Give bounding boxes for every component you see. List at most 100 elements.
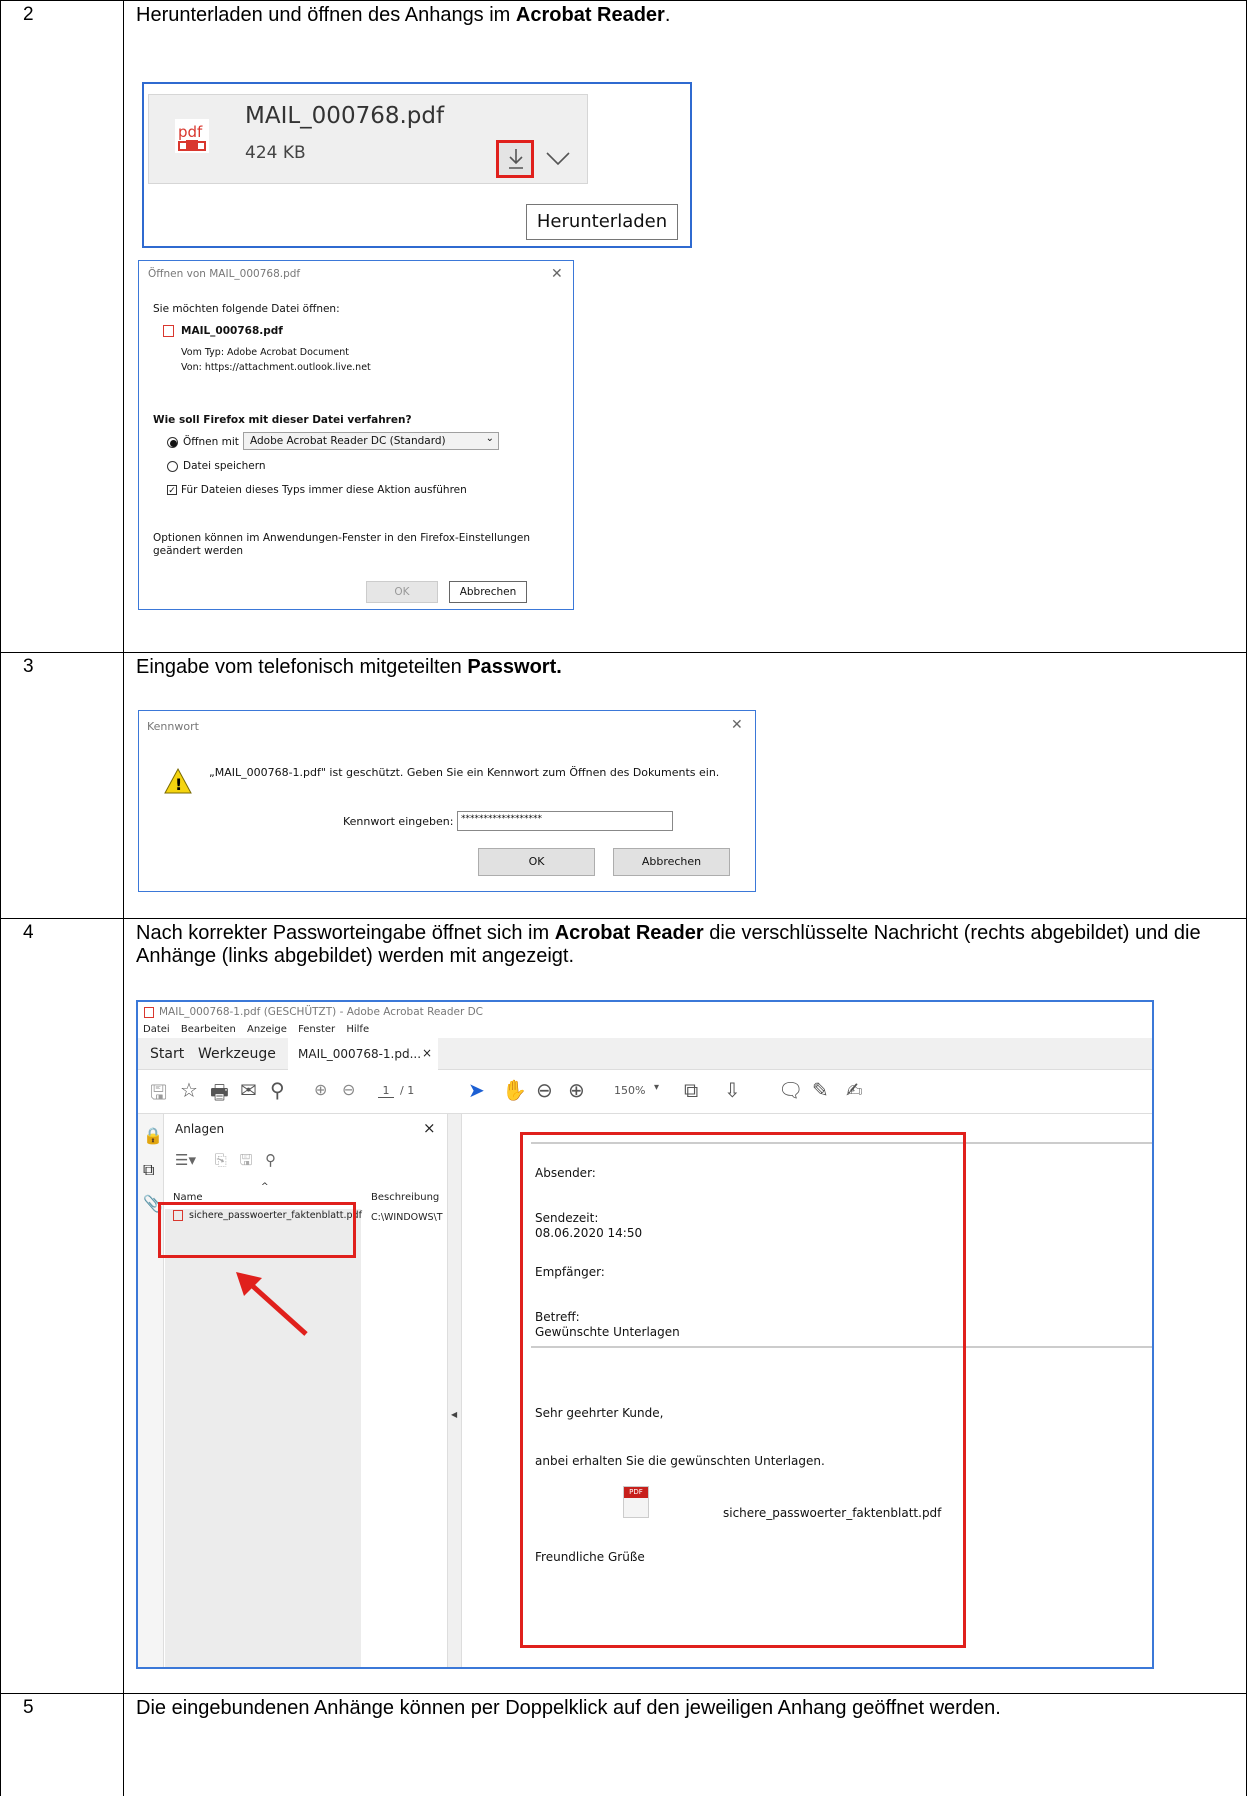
panel-toolbar: ☰▾ ⎘ 🖫 ⚲ [175,1150,276,1175]
menu-anzeige[interactable]: Anzeige [247,1024,287,1035]
download-tooltip: Herunterladen [526,204,678,240]
step-text-part: . [664,4,671,26]
save-icon[interactable]: 🖫 [150,1078,167,1112]
attachment-description: C:\WINDOWS\T [371,1212,443,1223]
dialog-question: Wie soll Firefox mit dieser Datei verfah… [153,414,412,426]
open-with-label: Öffnen mit [183,436,239,448]
close-icon[interactable]: × [422,1046,432,1060]
star-icon[interactable]: ☆ [180,1078,198,1102]
panel-splitter[interactable]: ◀ [447,1114,462,1667]
options-note: Optionen können im Anwendungen-Fenster i… [153,532,530,557]
hand-icon[interactable]: ✋ [502,1078,527,1102]
collapse-arrow-icon[interactable]: ◀ [451,1410,457,1419]
open-with-select[interactable]: Adobe Acrobat Reader DC (Standard) ⌄ [243,432,499,450]
attachment-card[interactable]: pdf MAIL_000768.pdf 424 KB [148,94,588,184]
page-down-icon[interactable]: ⊖ [342,1080,355,1099]
chevron-down-icon[interactable]: ▾ [654,1082,659,1093]
step-text-part: Herunterladen und öffnen des Anhangs im [136,4,516,26]
warning-icon: ! [163,767,193,798]
password-dialog: Kennwort ✕ ! „MAIL_000768-1.pdf" ist ges… [138,710,756,892]
tab-document[interactable]: MAIL_000768-1.pd... × [288,1038,438,1070]
zoom-out-icon[interactable]: ⊖ [536,1078,553,1102]
left-rail: 🔒 ⧉ 📎 [138,1114,164,1667]
row-divider-5 [0,1693,1247,1694]
open-attachment-icon[interactable]: ⎘ [215,1151,227,1169]
table-border-left [0,0,1,1796]
step-text-part: Eingabe vom telefonisch mitgeteilten [136,656,468,678]
attachments-panel: Anlagen × ☰▾ ⎘ 🖫 ⚲ Name ^ Beschreibung s… [165,1114,447,1667]
menu-fenster[interactable]: Fenster [298,1024,335,1035]
tab-document-label: MAIL_000768-1.pd... [298,1047,422,1061]
menu-bearbeiten[interactable]: Bearbeiten [181,1024,236,1035]
password-input[interactable]: ****************** [457,811,673,831]
ok-button[interactable]: OK [478,848,595,876]
page-number-input[interactable]: 1 [378,1084,394,1098]
close-icon[interactable]: × [423,1119,436,1137]
tab-werkzeuge[interactable]: Werkzeuge [198,1046,276,1062]
pdf-file-icon [144,1007,154,1018]
menu-hilfe[interactable]: Hilfe [346,1024,369,1035]
print-icon[interactable]: 🖶 [210,1078,229,1112]
close-icon[interactable]: ✕ [551,266,563,282]
attachment-preview-frame: pdf MAIL_000768.pdf 424 KB Herunterladen [142,82,692,248]
page-up-icon[interactable]: ⊕ [314,1080,327,1099]
zoom-search-icon[interactable]: ⚲ [270,1078,285,1102]
step-text: Die eingebundenen Anhänge können per Dop… [136,1697,1186,1720]
menu-datei[interactable]: Datei [143,1024,170,1035]
row-divider-3 [0,652,1247,653]
menu-bar: Datei Bearbeiten Anzeige Fenster Hilfe [143,1024,369,1035]
scroll-mode-icon[interactable]: ⇩ [724,1078,741,1102]
sort-arrow-icon: ^ [261,1182,269,1192]
save-attachment-icon[interactable]: 🖫 [240,1151,253,1169]
search-attachment-icon[interactable]: ⚲ [265,1151,276,1169]
step-text: Nach korrekter Passworteingabe öffnet si… [136,922,1236,968]
close-icon[interactable]: ✕ [731,717,743,733]
open-with-radio[interactable] [167,437,178,448]
password-value: ****************** [461,814,542,824]
highlight-icon[interactable]: ✎ [812,1078,829,1102]
zoom-select[interactable]: 150% [614,1084,645,1097]
pdf-icon-label: pdf [178,123,203,141]
pages-icon[interactable]: ⧉ [143,1160,154,1180]
always-checkbox[interactable]: ✓ [167,485,177,496]
firefox-open-dialog: Öffnen von MAIL_000768.pdf ✕ Sie möchten… [138,260,574,610]
attachment-filename: MAIL_000768.pdf [245,103,445,129]
fit-page-icon[interactable]: ⧉ [684,1078,698,1102]
panel-title: Anlagen [175,1122,225,1136]
ok-button[interactable]: OK [366,581,438,603]
acrobat-window: MAIL_000768-1.pdf (GESCHÜTZT) - Adobe Ac… [136,1000,1154,1669]
save-radio[interactable] [167,461,178,472]
chevron-down-icon: ⌄ [485,433,494,444]
sign-icon[interactable]: ✍ [846,1078,863,1102]
options-icon[interactable]: ☰▾ [175,1151,196,1169]
password-label: Kennwort eingeben: [343,815,454,828]
password-message: „MAIL_000768-1.pdf" ist geschützt. Geben… [209,766,720,779]
dialog-intro: Sie möchten folgende Datei öffnen: [153,303,340,315]
mail-icon[interactable]: ✉ [240,1078,257,1102]
step-number: 5 [23,1697,34,1718]
chevron-down-icon[interactable] [545,151,571,171]
step-number: 3 [23,656,34,677]
lock-icon[interactable]: 🔒 [143,1126,163,1145]
attachment-size: 424 KB [245,143,306,163]
save-label: Datei speichern [183,460,266,472]
zoom-in-icon[interactable]: ⊕ [568,1078,585,1102]
table-border-top [0,0,1247,1]
download-button[interactable] [496,140,534,178]
download-icon [507,147,525,175]
dialog-title: Kennwort [147,720,199,733]
svg-text:!: ! [175,775,182,794]
step-text-bold: Acrobat Reader [515,4,665,26]
always-label: Für Dateien dieses Typs immer diese Akti… [181,484,467,496]
cancel-button[interactable]: Abbrechen [449,581,527,603]
toolbar: 🖫 ☆ 🖶 ✉ ⚲ ⊕ ⊖ 1 / 1 ➤ ✋ ⊖ ⊕ 150% ▾ ⧉ ⇩ 🗨… [138,1070,1152,1114]
column-header-description[interactable]: Beschreibung [371,1192,439,1203]
cancel-button[interactable]: Abbrechen [613,848,730,876]
step-text-part: Die eingebundenen Anhänge können per Dop… [136,1697,1001,1719]
page-total: / 1 [400,1084,415,1097]
select-cursor-icon[interactable]: ➤ [468,1078,485,1102]
step-number: 4 [23,922,34,943]
table-column-divider [123,0,124,1796]
tab-start[interactable]: Start [150,1046,184,1062]
comment-icon[interactable]: 🗨 [778,1078,803,1102]
